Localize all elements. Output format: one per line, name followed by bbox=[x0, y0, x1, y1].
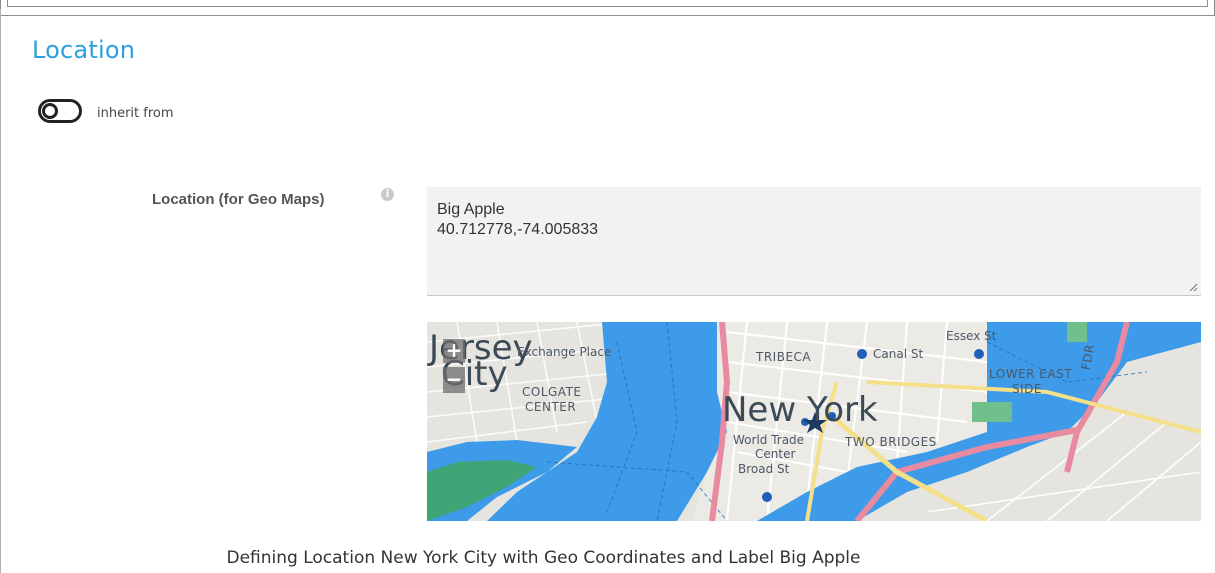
resize-handle-icon[interactable] bbox=[1188, 282, 1198, 292]
figure-caption: Defining Location New York City with Geo… bbox=[0, 548, 1215, 568]
toggle-knob bbox=[42, 103, 58, 119]
geo-map[interactable]: Jersey City Exchange Place COLGATE CENTE… bbox=[427, 322, 1201, 521]
location-label-line: Big Apple bbox=[437, 201, 505, 218]
location-textarea[interactable]: Big Apple 40.712778,-74.005833 bbox=[427, 187, 1201, 296]
map-label-essex-st: Essex St bbox=[946, 329, 997, 343]
map-label-world-trade-center: Center bbox=[755, 447, 796, 461]
map-label-lower-east: LOWER EAST bbox=[989, 367, 1073, 381]
section-title: Location bbox=[32, 36, 136, 64]
inherit-label: inherit from bbox=[97, 106, 174, 121]
map-label-tribeca: TRIBECA bbox=[756, 350, 812, 364]
caption-text: Defining Location New York City with Geo… bbox=[226, 548, 861, 568]
map-label-colgate: COLGATE bbox=[522, 385, 582, 399]
map-label-new-york: New York bbox=[722, 390, 878, 430]
map-label-colgate-center: CENTER bbox=[525, 400, 577, 414]
map-label-world-trade: World Trade bbox=[733, 433, 805, 447]
map-zoom-in-button[interactable]: + bbox=[443, 339, 465, 363]
map-label-side: SIDE bbox=[1012, 382, 1042, 396]
map-label-exchange-place: Exchange Place bbox=[517, 345, 612, 359]
location-coordinates-line: 40.712778,-74.005833 bbox=[437, 221, 599, 238]
location-field-label: Location (for Geo Maps) bbox=[152, 191, 325, 208]
inherit-toggle[interactable] bbox=[38, 99, 82, 123]
map-label-two-bridges: TWO BRIDGES bbox=[845, 435, 937, 449]
map-zoom-out-button[interactable]: − bbox=[443, 367, 465, 393]
map-label-broad-st: Broad St bbox=[738, 462, 790, 476]
info-icon[interactable]: i bbox=[381, 188, 394, 201]
map-label-canal-st: Canal St bbox=[873, 347, 924, 361]
